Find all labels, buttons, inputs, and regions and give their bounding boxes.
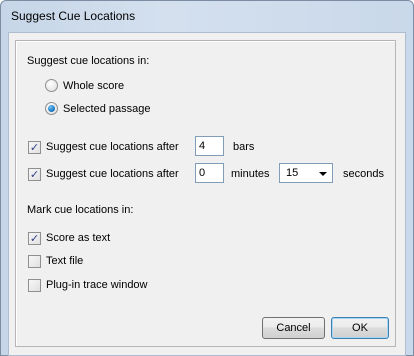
after-bars-checkbox[interactable]: ✓ bbox=[28, 141, 41, 154]
window-title: Suggest Cue Locations bbox=[11, 9, 136, 23]
minutes-input[interactable]: 0 bbox=[195, 163, 224, 183]
checkbox[interactable] bbox=[28, 279, 41, 292]
checkbox-label[interactable]: Text file bbox=[46, 254, 83, 268]
seconds-unit-label: seconds bbox=[343, 168, 384, 180]
after-time-checkbox[interactable]: ✓ bbox=[28, 168, 41, 181]
title-bar[interactable]: Suggest Cue Locations bbox=[1, 1, 413, 31]
ok-button[interactable]: OK bbox=[331, 317, 389, 339]
mark-heading: Mark cue locations in: bbox=[27, 204, 134, 216]
radio-label[interactable]: Selected passage bbox=[63, 102, 150, 116]
checkbox-label[interactable]: Score as text bbox=[46, 231, 110, 245]
bars-unit-label: bars bbox=[233, 141, 255, 153]
bars-input[interactable]: 4 bbox=[195, 136, 224, 156]
seconds-dropdown[interactable]: 15 bbox=[279, 163, 333, 183]
chevron-down-icon bbox=[319, 172, 327, 176]
cancel-button[interactable]: Cancel bbox=[262, 317, 325, 339]
suggest-heading: Suggest cue locations in: bbox=[27, 55, 150, 67]
checkbox-label[interactable]: Plug-in trace window bbox=[46, 278, 148, 292]
dialog-window: Suggest Cue Locations Suggest cue locati… bbox=[0, 0, 414, 356]
seconds-value: 15 bbox=[286, 167, 299, 179]
radio-label[interactable]: Whole score bbox=[63, 79, 124, 93]
checkbox[interactable] bbox=[28, 255, 41, 268]
radio-button[interactable] bbox=[45, 102, 58, 115]
after-time-label[interactable]: Suggest cue locations after bbox=[46, 167, 179, 181]
radio-button[interactable] bbox=[45, 79, 58, 92]
minutes-unit-label: minutes bbox=[231, 168, 270, 180]
after-bars-label[interactable]: Suggest cue locations after bbox=[46, 140, 179, 154]
options-panel: Suggest cue locations in: Whole score Se… bbox=[15, 40, 396, 347]
dialog-client-area: Suggest cue locations in: Whole score Se… bbox=[8, 32, 406, 356]
checkbox[interactable]: ✓ bbox=[28, 232, 41, 245]
